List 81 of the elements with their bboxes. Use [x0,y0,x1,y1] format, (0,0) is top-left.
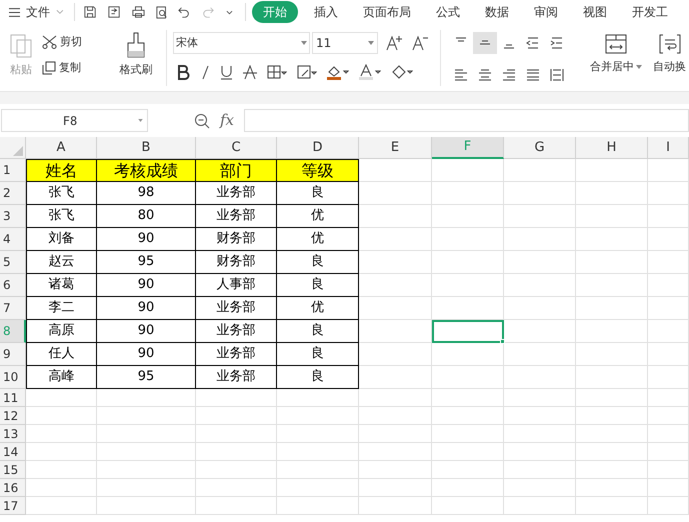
table-cell: 优 [277,205,359,228]
name-box[interactable]: F8 [1,109,148,132]
table-cell: 良 [277,343,359,366]
column-header[interactable]: E [359,137,432,159]
format-painter-button[interactable]: 格式刷 [120,62,152,78]
ribbon-tab[interactable]: 公式 [432,3,464,21]
table-cell: 考核成绩 [97,159,196,182]
table-cell: 90 [97,297,196,320]
table-cell: 刘备 [26,228,97,251]
row-header[interactable]: 14 [0,443,26,461]
row-header[interactable]: 6 [0,274,26,297]
table-cell: 姓名 [26,159,97,182]
table-cell: 90 [97,343,196,366]
table-cell: 张飞 [26,205,97,228]
column-header[interactable]: G [504,137,576,159]
ribbon-tab[interactable]: 开发工 [628,3,672,21]
wrap-text-button[interactable]: 自动换 [653,59,686,76]
merge-center-button[interactable]: 合并居中 [590,59,634,76]
table-cell: 业务部 [196,205,277,228]
table-cell: 95 [97,366,196,389]
column-header[interactable]: D [277,137,359,159]
table-cell: 等级 [277,159,359,182]
table-cell: 赵云 [26,251,97,274]
row-header[interactable]: 11 [0,389,26,407]
table-cell: 财务部 [196,251,277,274]
table-cell: 95 [97,251,196,274]
column-header[interactable]: I [648,137,689,159]
row-header[interactable]: 12 [0,407,26,425]
row-header[interactable]: 13 [0,425,26,443]
row-header[interactable]: 15 [0,461,26,479]
table-cell: 高原 [26,320,97,343]
table-cell: 良 [277,274,359,297]
column-header[interactable]: C [196,137,277,159]
function-label[interactable]: fx [220,113,234,128]
row-header[interactable]: 3 [0,205,26,228]
row-header[interactable]: 1 [0,159,26,182]
row-header[interactable]: 7 [0,297,26,320]
table-cell: 优 [277,297,359,320]
row-header[interactable]: 10 [0,366,26,389]
font-dropdown[interactable]: 宋体 [173,32,310,54]
table-cell: 李二 [26,297,97,320]
copy-button[interactable]: 复制 [59,60,81,76]
column-header[interactable]: H [576,137,648,159]
table-cell: 任人 [26,343,97,366]
table-cell: 业务部 [196,320,277,343]
ribbon-tab[interactable]: 插入 [310,3,342,21]
font-size-dropdown[interactable]: 11 [312,32,378,54]
table-cell: 张飞 [26,182,97,205]
table-cell: 良 [277,182,359,205]
table-cell: 部门 [196,159,277,182]
ribbon-tab[interactable]: 视图 [578,3,611,21]
ribbon-tab[interactable]: 数据 [480,3,513,21]
table-cell: 财务部 [196,228,277,251]
row-header[interactable]: 9 [0,343,26,366]
table-cell: 良 [277,366,359,389]
table-cell: 98 [97,182,196,205]
cut-button[interactable]: 剪切 [60,34,82,50]
row-header[interactable]: 5 [0,251,26,274]
table-cell: 诸葛 [26,274,97,297]
ribbon-tab[interactable]: 审阅 [530,3,562,21]
row-header[interactable]: 4 [0,228,26,251]
table-cell: 90 [97,320,196,343]
table-cell: 高峰 [26,366,97,389]
table-cell: 业务部 [196,182,277,205]
column-header[interactable]: A [26,137,97,159]
table-cell: 业务部 [196,366,277,389]
column-header[interactable]: B [97,137,196,159]
table-cell: 80 [97,205,196,228]
row-header[interactable]: 16 [0,479,26,497]
ribbon-tab[interactable]: 页面布局 [358,3,415,21]
table-cell: 良 [277,320,359,343]
table-cell: 90 [97,228,196,251]
table-cell: 优 [277,228,359,251]
table-cell: 人事部 [196,274,277,297]
table-cell: 业务部 [196,297,277,320]
table-cell: 90 [97,274,196,297]
table-cell: 业务部 [196,343,277,366]
row-header[interactable]: 17 [0,497,26,515]
file-menu[interactable]: 文件 [26,3,50,21]
row-header[interactable]: 2 [0,182,26,205]
table-cell: 良 [277,251,359,274]
